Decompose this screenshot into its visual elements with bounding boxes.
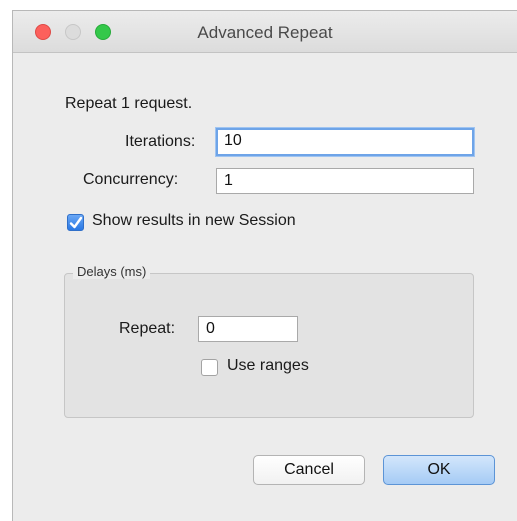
dialog-window: Advanced Repeat Repeat 1 request. Iterat… bbox=[12, 10, 517, 521]
concurrency-input[interactable]: 1 bbox=[216, 168, 474, 194]
title-bar[interactable]: Advanced Repeat bbox=[13, 11, 517, 53]
use-ranges-label[interactable]: Use ranges bbox=[227, 357, 309, 375]
cancel-button[interactable]: Cancel bbox=[253, 455, 365, 485]
delays-groupbox bbox=[64, 273, 474, 418]
delays-legend: Delays (ms) bbox=[73, 264, 151, 279]
delay-repeat-label: Repeat: bbox=[119, 320, 176, 337]
concurrency-label: Concurrency: bbox=[83, 171, 179, 188]
window-title: Advanced Repeat bbox=[197, 23, 333, 42]
show-results-checkbox[interactable] bbox=[67, 214, 84, 231]
delay-repeat-input[interactable]: 0 bbox=[198, 316, 298, 342]
repeat-request-text: Repeat 1 request. bbox=[65, 95, 193, 112]
show-results-label[interactable]: Show results in new Session bbox=[92, 212, 296, 230]
iterations-input[interactable]: 10 bbox=[216, 128, 474, 156]
checkmark-icon bbox=[69, 216, 83, 229]
use-ranges-checkbox[interactable] bbox=[201, 359, 218, 376]
ok-button[interactable]: OK bbox=[383, 455, 495, 485]
iterations-label: Iterations: bbox=[125, 133, 196, 150]
